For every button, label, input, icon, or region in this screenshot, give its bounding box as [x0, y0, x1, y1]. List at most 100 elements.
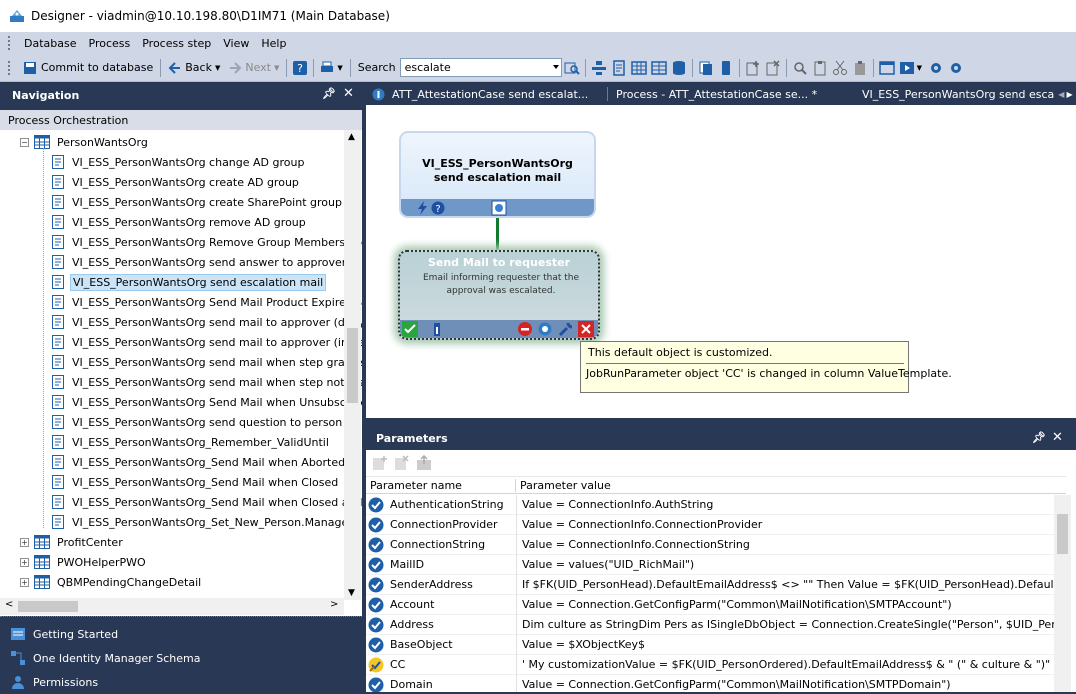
parameter-value[interactable]: Value = Connection.GetConfigParm("Common…	[516, 594, 1056, 615]
error-icon[interactable]	[578, 321, 594, 337]
nav-permissions[interactable]: Permissions	[0, 670, 362, 694]
scroll-thumb[interactable]	[1057, 514, 1068, 554]
add-parameter-icon[interactable]	[372, 455, 388, 471]
parameter-row[interactable]: MailID Value = values("UID_RichMail")	[366, 554, 1056, 575]
pin-icon[interactable]: 📌︎	[322, 87, 336, 100]
chevron-down-icon[interactable]: ▼	[917, 64, 922, 72]
tree-node-process[interactable]: VI_ESS_PersonWantsOrg create SharePoint …	[52, 192, 344, 212]
mobile-icon[interactable]	[717, 59, 735, 77]
window-icon[interactable]	[878, 59, 896, 77]
parameter-row[interactable]: Domain Value = Connection.GetConfigParm("…	[366, 674, 1056, 692]
process-step-node[interactable]: Send Mail to requester Email informing r…	[398, 250, 600, 340]
close-icon[interactable]: ✕	[1052, 430, 1063, 445]
tab-attestation-escalation[interactable]: ATT_AttestationCase send escalat...	[366, 83, 601, 105]
parameter-value[interactable]: ' My customizationValue = $FK(UID_Person…	[516, 654, 1056, 675]
search-go-icon[interactable]	[563, 59, 581, 77]
database-icon[interactable]	[670, 59, 688, 77]
menu-view[interactable]: View	[217, 37, 255, 50]
tab-scroll-left-icon[interactable]: ◀	[1058, 90, 1064, 99]
tree-node-process[interactable]: VI_ESS_PersonWantsOrg Send Mail Product …	[52, 292, 362, 312]
tree-vertical-scrollbar[interactable]: ▲ ▼	[344, 130, 361, 600]
tree-node-table[interactable]: + ProfitCenter	[20, 532, 125, 552]
expand-icon[interactable]: +	[20, 557, 29, 567]
help-icon[interactable]: ?	[291, 59, 309, 77]
tab-personwantsorg-escalation[interactable]: VI_ESS_PersonWantsOrg send esca ◀ ▶	[841, 83, 1076, 105]
tab-scroll-right-icon[interactable]: ▶	[1066, 90, 1072, 99]
tree-node-process[interactable]: VI_ESS_PersonWantsOrg send mail when ste…	[52, 372, 362, 392]
gear-icon[interactable]	[947, 59, 965, 77]
scroll-right-icon[interactable]: >	[330, 599, 338, 610]
settings-icon[interactable]	[927, 59, 945, 77]
tree-node-process[interactable]: VI_ESS_PersonWantsOrg send question to p…	[52, 412, 344, 432]
expand-icon[interactable]: +	[20, 577, 29, 587]
table-icon[interactable]	[630, 59, 648, 77]
parameter-value[interactable]: Value = ConnectionInfo.ConnectionString	[516, 534, 1056, 555]
tree-node-process[interactable]: VI_ESS_PersonWantsOrg_Send Mail when Clo…	[52, 472, 340, 492]
connector-port-icon[interactable]	[491, 200, 507, 216]
tree-node-table[interactable]: − PersonWantsOrg	[20, 132, 150, 152]
copy-icon[interactable]	[697, 59, 715, 77]
parameter-row[interactable]: ConnectionString Value = ConnectionInfo.C…	[366, 534, 1056, 555]
tree-node-process[interactable]: VI_ESS_PersonWantsOrg send mail when ste…	[52, 352, 362, 372]
scroll-thumb[interactable]	[18, 601, 78, 612]
parameter-value[interactable]: Value = values("UID_RichMail")	[516, 554, 1056, 575]
parameter-value[interactable]: Value = ConnectionInfo.AuthString	[516, 495, 1056, 515]
success-check-icon[interactable]	[402, 321, 418, 337]
chevron-down-icon[interactable]: ▼	[337, 64, 342, 72]
tree-node-process[interactable]: VI_ESS_PersonWantsOrg change AD group	[52, 152, 306, 172]
scroll-left-icon[interactable]: <	[5, 599, 13, 610]
tree-node-process[interactable]: VI_ESS_PersonWantsOrg_Remember_ValidUnti…	[52, 432, 331, 452]
wrench-icon[interactable]	[558, 321, 574, 337]
search-input[interactable]: escalate	[399, 58, 562, 77]
commit-button[interactable]: Commit to database	[18, 57, 157, 79]
menu-help[interactable]: Help	[255, 37, 292, 50]
tree-node-process[interactable]: VI_ESS_PersonWantsOrg send answer to app…	[52, 252, 348, 272]
add-document-icon[interactable]	[744, 59, 762, 77]
stop-icon[interactable]	[517, 321, 533, 337]
chevron-down-icon[interactable]	[552, 65, 559, 69]
menu-database[interactable]: Database	[18, 37, 83, 50]
parameter-value[interactable]: Value = ConnectionInfo.ConnectionProvide…	[516, 514, 1056, 535]
process-node[interactable]: VI_ESS_PersonWantsOrg send escalation ma…	[399, 131, 596, 218]
scroll-thumb[interactable]	[347, 328, 358, 403]
parameter-row[interactable]: Account Value = Connection.GetConfigParm(…	[366, 594, 1056, 615]
process-canvas[interactable]: VI_ESS_PersonWantsOrg send escalation ma…	[366, 105, 1076, 418]
collapse-icon[interactable]: −	[20, 137, 29, 147]
parameter-row[interactable]: AuthenticationString Value = ConnectionIn…	[366, 495, 1056, 515]
column-parameter-name[interactable]: Parameter name	[366, 478, 516, 492]
parameter-row[interactable]: ConnectionProvider Value = ConnectionInfo…	[366, 514, 1056, 535]
nav-getting-started[interactable]: Getting Started	[0, 622, 362, 646]
menu-process-step[interactable]: Process step	[136, 37, 217, 50]
scroll-up-icon[interactable]: ▲	[348, 132, 355, 142]
tree-node-process[interactable]: VI_ESS_PersonWantsOrg Remove Group Membe…	[52, 232, 362, 252]
pin-icon[interactable]: 📌︎	[1032, 431, 1046, 444]
menu-process[interactable]: Process	[83, 37, 137, 50]
run-icon[interactable]	[898, 59, 916, 77]
column-parameter-value[interactable]: Parameter value	[516, 479, 611, 492]
document-icon[interactable]	[610, 59, 628, 77]
tree-node-table[interactable]: + QBMPendingChangeDetail	[20, 572, 203, 592]
delete-parameter-icon[interactable]	[394, 455, 410, 471]
parameter-row[interactable]: Address Dim culture as StringDim Pers as …	[366, 614, 1056, 635]
print-icon[interactable]	[318, 59, 336, 77]
tree-horizontal-scrollbar[interactable]: < >	[0, 598, 344, 615]
back-button[interactable]: Back ▼	[164, 57, 224, 79]
tree-node-process[interactable]: VI_ESS_PersonWantsOrg remove AD group	[52, 212, 308, 232]
remove-document-icon[interactable]	[764, 59, 782, 77]
tree-node-process[interactable]: VI_ESS_PersonWantsOrg_Send Mail when Clo…	[52, 492, 362, 512]
parameter-value[interactable]: Value = Connection.GetConfigParm("Common…	[516, 674, 1056, 692]
parameter-row[interactable]: CC ' My customizationValue = $FK(UID_Pers…	[366, 654, 1056, 675]
next-button[interactable]: Next ▼	[224, 57, 283, 79]
nav-schema[interactable]: One Identity Manager Schema	[0, 646, 362, 670]
settings-icon[interactable]	[537, 321, 553, 337]
cut-icon[interactable]	[831, 59, 849, 77]
tree-node-process[interactable]: VI_ESS_PersonWantsOrg_Set_New_Person.Man…	[52, 512, 355, 532]
parameter-value[interactable]: If $FK(UID_PersonHead).DefaultEmailAddre…	[516, 574, 1056, 595]
scroll-down-icon[interactable]: ▼	[348, 588, 355, 598]
tree-node-table[interactable]: + PWOHelperPWO	[20, 552, 148, 572]
tree-node-process[interactable]: VI_ESS_PersonWantsOrg send escalation ma…	[52, 272, 327, 292]
tree-node-process[interactable]: VI_ESS_PersonWantsOrg_Send Mail when Abo…	[52, 452, 347, 472]
parameter-row[interactable]: BaseObject Value = $XObjectKey$	[366, 634, 1056, 655]
expand-icon[interactable]: +	[20, 537, 29, 547]
parameter-row[interactable]: SenderAddress If $FK(UID_PersonHead).Defa…	[366, 574, 1056, 595]
